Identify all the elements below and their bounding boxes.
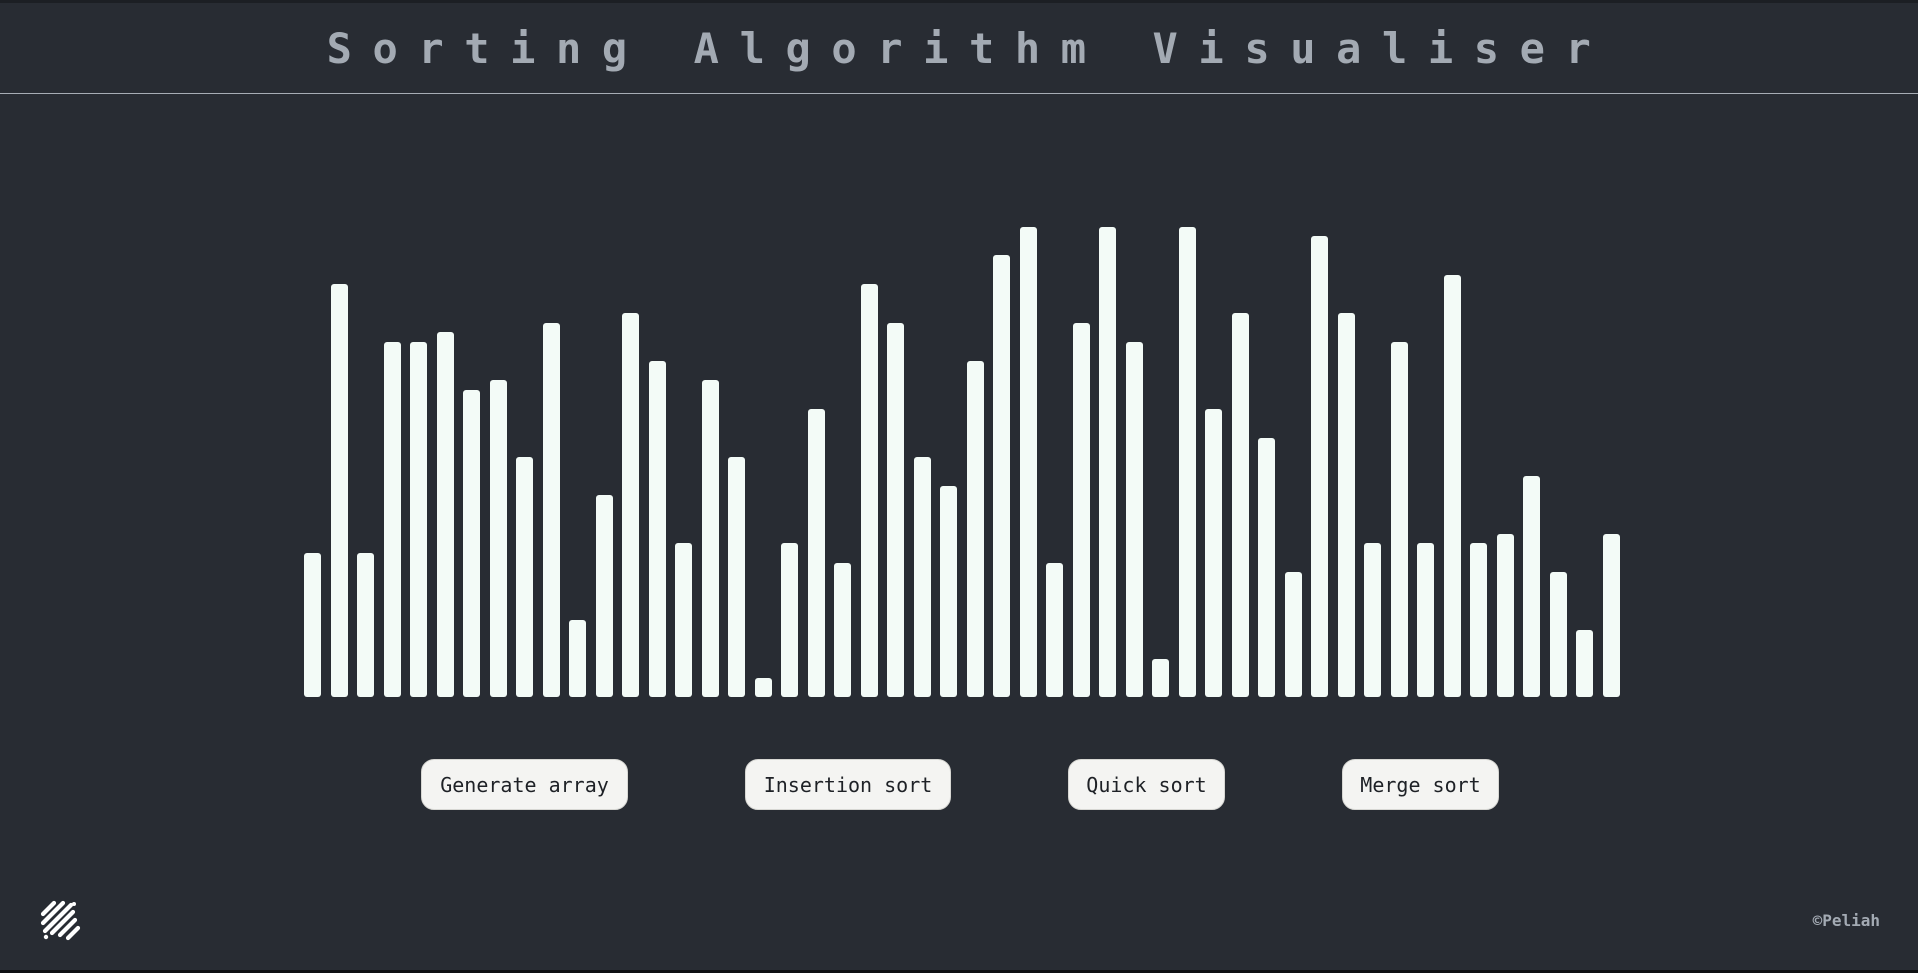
array-bar bbox=[383, 341, 401, 697]
array-bar bbox=[304, 553, 321, 697]
array-bar bbox=[1337, 313, 1355, 697]
array-bar bbox=[754, 677, 772, 697]
array-bar bbox=[1178, 226, 1196, 697]
array-bar bbox=[1576, 629, 1593, 697]
array-bar bbox=[966, 361, 984, 697]
array-bar bbox=[436, 332, 454, 697]
array-bar bbox=[701, 380, 719, 697]
array-bar bbox=[1523, 476, 1540, 697]
array-bar bbox=[807, 409, 825, 697]
array-bar bbox=[1417, 543, 1434, 697]
array-bar bbox=[1364, 543, 1381, 697]
array-bar bbox=[887, 322, 904, 697]
quick-sort-button[interactable]: Quick sort bbox=[1068, 759, 1225, 810]
generate-array-button[interactable]: Generate array bbox=[421, 759, 628, 810]
array-bar bbox=[463, 389, 480, 697]
array-bar bbox=[516, 457, 533, 697]
array-bar bbox=[1443, 274, 1461, 697]
array-bar bbox=[860, 284, 878, 697]
array-bar bbox=[675, 543, 692, 697]
array-bar bbox=[1019, 226, 1037, 697]
array-bar bbox=[1284, 572, 1302, 697]
diagonal-stripes-logo-icon[interactable] bbox=[40, 900, 82, 942]
page-title: Sorting Algorithm Visualiser bbox=[326, 23, 1612, 73]
insertion-sort-button[interactable]: Insertion sort bbox=[745, 759, 951, 810]
array-bar bbox=[1549, 572, 1567, 697]
array-bar bbox=[648, 361, 666, 697]
array-bar bbox=[569, 620, 586, 697]
array-bar bbox=[1311, 236, 1328, 697]
array-bar bbox=[1602, 533, 1620, 697]
array-bar bbox=[542, 322, 560, 697]
array-bar bbox=[913, 457, 931, 697]
array-bar bbox=[834, 562, 851, 697]
array-bar bbox=[940, 485, 957, 697]
array-bar bbox=[781, 543, 798, 697]
array-bar bbox=[1231, 313, 1249, 697]
array-bars bbox=[0, 0, 1918, 973]
author-credit: ©Peliah bbox=[1812, 911, 1880, 930]
array-bar bbox=[1072, 322, 1090, 697]
array-bar bbox=[1496, 533, 1514, 697]
array-bar bbox=[1390, 341, 1408, 697]
merge-sort-button[interactable]: Merge sort bbox=[1342, 759, 1499, 810]
array-bar bbox=[1205, 409, 1222, 697]
page-header: Sorting Algorithm Visualiser bbox=[0, 3, 1918, 94]
array-bar bbox=[357, 553, 374, 697]
array-bar bbox=[1046, 562, 1063, 697]
array-bar bbox=[1470, 543, 1487, 697]
array-bar bbox=[595, 495, 613, 697]
array-bar bbox=[622, 313, 639, 697]
array-bar bbox=[1125, 341, 1143, 697]
array-bar bbox=[728, 457, 745, 697]
array-bar bbox=[330, 284, 348, 697]
array-bar bbox=[489, 380, 507, 697]
array-bar bbox=[1099, 226, 1116, 697]
array-bar bbox=[1258, 437, 1275, 697]
array-bar bbox=[1152, 658, 1169, 697]
array-bar bbox=[410, 341, 427, 697]
array-bar bbox=[993, 255, 1010, 697]
